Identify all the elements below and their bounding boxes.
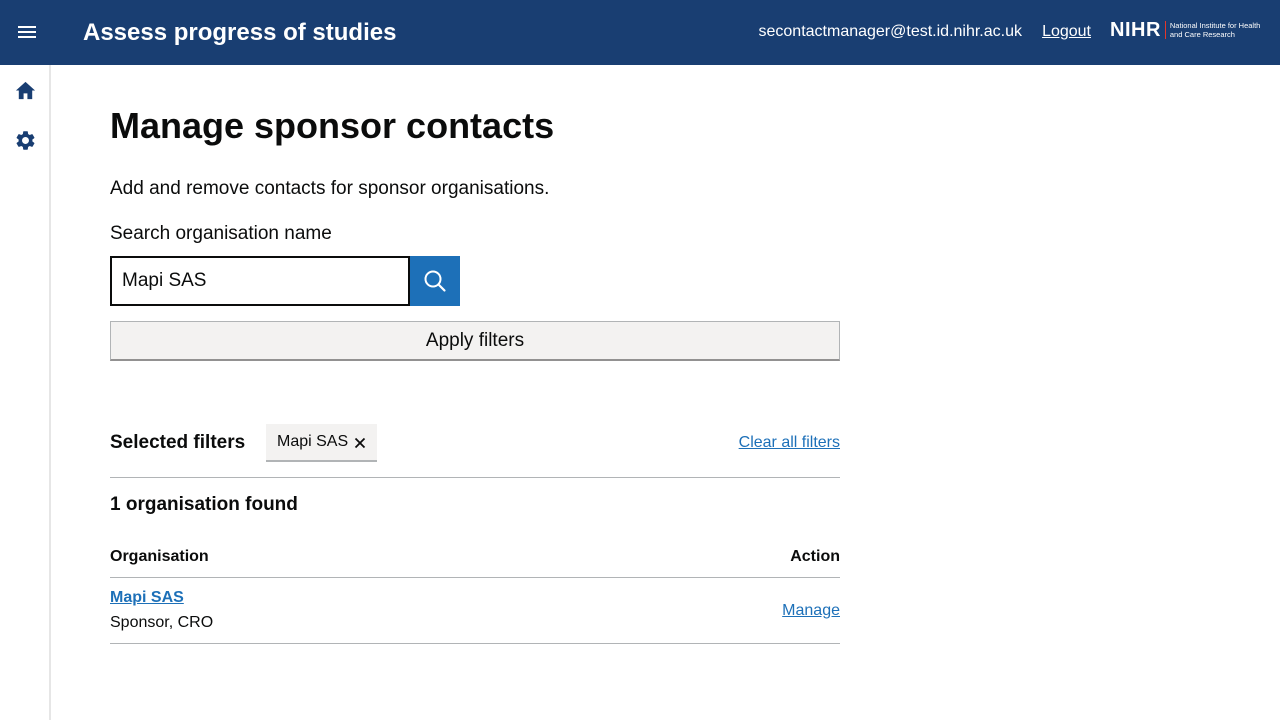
filter-tag-label: Mapi SAS [277, 433, 349, 450]
column-header-organisation: Organisation [110, 548, 209, 565]
selected-filters-heading: Selected filters [110, 432, 246, 453]
divider [110, 477, 840, 478]
column-header-action: Action [790, 548, 840, 565]
sidebar [0, 65, 51, 720]
logo-divider [1164, 21, 1166, 39]
table-header-row: Organisation Action [110, 545, 840, 578]
table-row: Mapi SAS Sponsor, CRO Manage [110, 578, 840, 644]
search-icon [424, 270, 446, 292]
manage-link[interactable]: Manage [782, 601, 840, 621]
search-label: Search organisation name [110, 223, 332, 244]
logo-subtext: National Institute for Health and Care R… [1169, 21, 1261, 39]
app-header: Assess progress of studies secontactmana… [0, 0, 1280, 65]
close-icon[interactable] [354, 436, 366, 449]
search-input[interactable] [110, 256, 410, 306]
home-icon[interactable] [14, 79, 37, 102]
apply-filters-button[interactable]: Apply filters [110, 321, 840, 361]
organisations-table: Organisation Action Mapi SAS Sponsor, CR… [110, 545, 840, 644]
gear-icon[interactable] [14, 129, 37, 152]
page-title: Manage sponsor contacts [110, 105, 555, 146]
organisation-link[interactable]: Mapi SAS [110, 588, 184, 608]
logout-link[interactable]: Logout [1042, 22, 1091, 42]
clear-all-filters-link[interactable]: Clear all filters [739, 433, 840, 453]
search-button[interactable] [410, 256, 460, 306]
organisation-type: Sponsor, CRO [110, 614, 214, 631]
results-count: 1 organisation found [110, 494, 298, 515]
filter-tag[interactable]: Mapi SAS [266, 424, 378, 462]
logo-text: NIHR [1110, 19, 1161, 41]
app-title: Assess progress of studies [83, 19, 397, 46]
menu-icon[interactable] [14, 20, 40, 46]
intro-text: Add and remove contacts for sponsor orga… [110, 178, 550, 199]
nihr-logo: NIHR National Institute for Health and C… [1110, 19, 1266, 41]
user-email: secontactmanager@test.id.nihr.ac.uk [758, 23, 1023, 40]
